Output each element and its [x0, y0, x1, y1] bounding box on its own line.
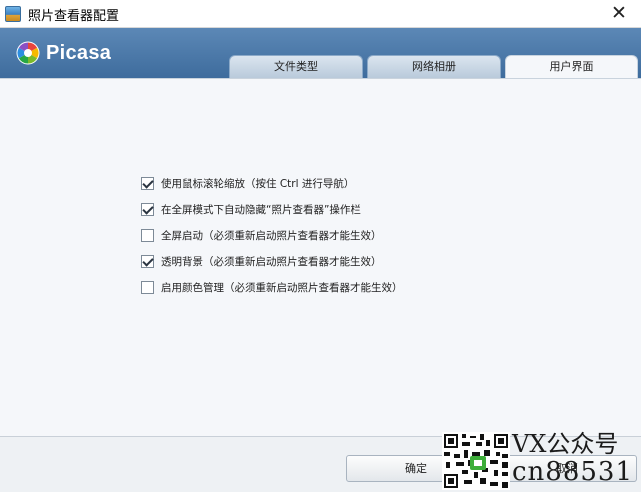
option-label: 使用鼠标滚轮缩放（按住 Ctrl 进行导航） [161, 177, 355, 190]
option-start-fullscreen[interactable]: 全屏启动（必须重新启动照片查看器才能生效） [141, 227, 382, 243]
option-label: 在全屏模式下自动隐藏“照片查看器”操作栏 [161, 203, 361, 216]
tab-file-types[interactable]: 文件类型 [229, 55, 363, 78]
title-bar: 照片查看器配置 ✕ [0, 0, 641, 28]
tab-label: 用户界面 [549, 60, 594, 73]
option-transparent-background[interactable]: 透明背景（必须重新启动照片查看器才能生效） [141, 253, 382, 269]
option-checkbox[interactable] [141, 228, 154, 242]
option-label: 启用颜色管理（必须重新启动照片查看器才能生效） [161, 281, 403, 294]
tab-label: 文件类型 [274, 60, 318, 73]
watermark-line-2: cn88531 [512, 457, 634, 487]
photo-viewer-app-icon [5, 6, 21, 22]
option-label: 全屏启动（必须重新启动照片查看器才能生效） [161, 229, 382, 242]
tab-label: 网络相册 [412, 60, 456, 73]
watermark-text: VX公众号 cn88531 [512, 432, 641, 485]
brand-name: Picasa [46, 42, 112, 64]
window-title: 照片查看器配置 [28, 9, 120, 24]
option-checkbox[interactable] [141, 176, 154, 190]
option-mouse-wheel-zoom[interactable]: 使用鼠标滚轮缩放（按住 Ctrl 进行导航） [141, 175, 354, 191]
close-button[interactable]: ✕ [597, 0, 641, 28]
ok-button-label: 确定 [405, 462, 427, 475]
tab-web-albums[interactable]: 网络相册 [367, 55, 501, 78]
option-checkbox[interactable] [141, 254, 154, 268]
close-icon: ✕ [611, 2, 627, 24]
option-checkbox[interactable] [141, 202, 154, 216]
picasa-logo-icon [16, 41, 40, 65]
tab-user-interface[interactable]: 用户界面 [505, 55, 638, 78]
option-checkbox[interactable] [141, 280, 154, 294]
watermark-line-1: VX公众号 [512, 430, 619, 458]
option-auto-hide-toolbar[interactable]: 在全屏模式下自动隐藏“照片查看器”操作栏 [141, 201, 361, 217]
qr-code-icon [442, 432, 510, 490]
option-color-management[interactable]: 启用颜色管理（必须重新启动照片查看器才能生效） [141, 279, 403, 295]
option-label: 透明背景（必须重新启动照片查看器才能生效） [161, 255, 382, 268]
